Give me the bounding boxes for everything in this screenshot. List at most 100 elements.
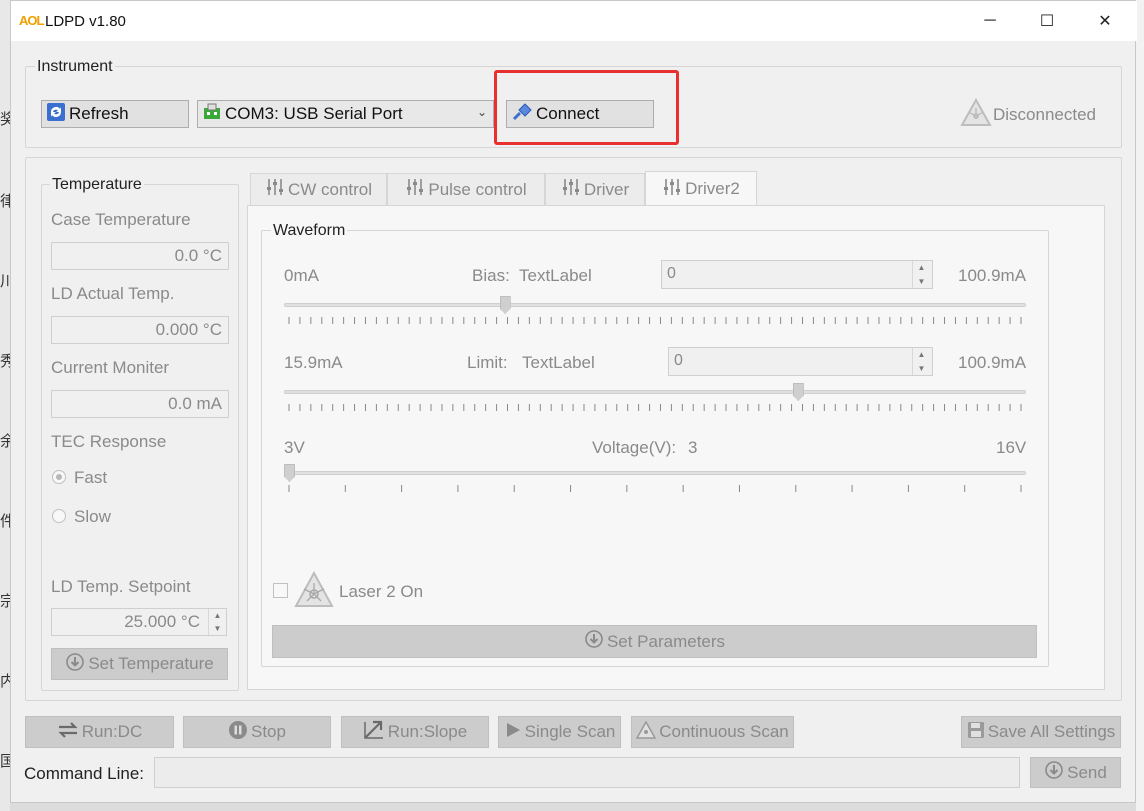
send-label: Send (1067, 762, 1107, 782)
bias-input[interactable]: 0 (661, 260, 933, 289)
continuous-scan-button[interactable]: Continuous Scan (631, 716, 794, 748)
bias-spin-buttons[interactable]: ▲ ▼ (912, 261, 930, 288)
tec-slow-radio[interactable] (52, 509, 66, 523)
tab-pulse-control[interactable]: Pulse control (387, 173, 545, 205)
tec-response-label: TEC Response (51, 432, 167, 451)
limit-slider-groove[interactable] (284, 390, 1026, 394)
temperature-group-title: Temperature (50, 176, 144, 194)
voltage-slider-groove[interactable] (284, 471, 1026, 475)
background-window-strip-right (1136, 0, 1144, 811)
pause-icon (228, 720, 248, 745)
tec-fast-radio[interactable] (52, 470, 66, 484)
tab-driver[interactable]: Driver (545, 173, 645, 205)
refresh-button[interactable]: Refresh (41, 100, 189, 128)
close-button[interactable]: ✕ (1082, 5, 1128, 37)
current-monitor-label: Current Moniter (51, 358, 170, 377)
single-scan-button[interactable]: Single Scan (498, 716, 621, 748)
background-text: 内 (0, 672, 10, 690)
laser-2-on-checkbox[interactable] (273, 583, 288, 598)
tab-cw-control[interactable]: CW control (250, 173, 387, 205)
tab-label: CW control (287, 179, 373, 199)
background-text: 余 (0, 432, 10, 450)
stop-button[interactable]: Stop (183, 716, 331, 748)
main-window: AOL LDPD v1.80 ─ ☐ ✕ Instrument Refresh … (10, 0, 1137, 803)
sliders-icon (662, 178, 682, 201)
download-circle-icon (1044, 760, 1064, 785)
limit-input[interactable]: 0 (668, 347, 933, 376)
bias-text-label: TextLabel (519, 266, 592, 285)
limit-spin-buttons[interactable]: ▲ ▼ (912, 348, 930, 375)
voltage-slider-ticks (288, 485, 1022, 492)
download-circle-icon (65, 652, 85, 677)
background-text: 川 (0, 272, 10, 290)
laser-warning-icon (635, 719, 657, 744)
send-button[interactable]: Send (1030, 757, 1121, 788)
setpoint-spin-buttons[interactable]: ▲ ▼ (208, 609, 226, 635)
set-parameters-label: Set Parameters (606, 631, 726, 651)
tab-label: Pulse control (428, 179, 527, 199)
refresh-button-label: Refresh (69, 104, 129, 123)
current-monitor-field: 0.0 mA (51, 390, 229, 418)
serial-port-icon (202, 102, 222, 127)
limit-slider-ticks (288, 404, 1022, 411)
single-scan-label: Single Scan (524, 722, 616, 741)
ld-temp-setpoint-label: LD Temp. Setpoint (51, 577, 191, 596)
arrows-icon (57, 721, 79, 744)
set-temperature-button[interactable]: Set Temperature (51, 648, 228, 680)
waveform-group-title: Waveform (271, 222, 348, 240)
refresh-icon (46, 102, 66, 127)
run-slope-button[interactable]: Run:Slope (341, 716, 489, 748)
maximize-button[interactable]: ☐ (1024, 5, 1070, 37)
spin-up-icon[interactable]: ▲ (918, 263, 926, 272)
spin-up-icon[interactable]: ▲ (918, 350, 926, 359)
ld-actual-temp-field: 0.000 °C (51, 316, 229, 344)
tec-fast-label: Fast (74, 468, 108, 487)
ld-actual-temp-label: LD Actual Temp. (51, 284, 175, 303)
limit-label: Limit: (467, 353, 508, 372)
ld-temp-setpoint-input[interactable]: 25.000 °C (51, 608, 227, 636)
background-text: 宗 (0, 592, 10, 610)
spin-up-icon[interactable]: ▲ (214, 611, 222, 620)
run-dc-label: Run:DC (81, 722, 143, 741)
spin-down-icon[interactable]: ▼ (214, 624, 222, 633)
voltage-min-label: 3V (284, 438, 305, 457)
laser-warning-icon (294, 570, 334, 609)
minimize-button[interactable]: ─ (967, 5, 1013, 37)
background-text: 律 (0, 192, 10, 210)
limit-min-label: 15.9mA (284, 353, 343, 372)
save-all-settings-label: Save All Settings (987, 722, 1116, 741)
sliders-icon (561, 178, 581, 201)
connection-status: Disconnected (993, 105, 1097, 124)
spin-down-icon[interactable]: ▼ (918, 277, 926, 286)
set-parameters-button[interactable]: Set Parameters (272, 625, 1037, 658)
title-bar[interactable]: AOL LDPD v1.80 ─ ☐ ✕ (11, 1, 1137, 41)
background-text: 国 (0, 752, 10, 770)
case-temperature-field: 0.0 °C (51, 242, 229, 270)
spin-down-icon[interactable]: ▼ (918, 364, 926, 373)
tab-label: Driver2 (685, 179, 740, 198)
bias-min-label: 0mA (284, 266, 319, 285)
highlight-box (494, 70, 679, 145)
voltage-label: Voltage(V): (592, 438, 677, 457)
bias-slider-ticks (288, 317, 1022, 324)
sliders-icon (265, 178, 285, 201)
tab-driver2[interactable]: Driver2 (645, 171, 757, 206)
command-line-label: Command Line: (24, 764, 145, 783)
port-select-value: COM3: USB Serial Port (225, 104, 403, 123)
save-all-settings-button[interactable]: Save All Settings (961, 716, 1121, 748)
stop-label: Stop (251, 722, 286, 741)
bias-slider-groove[interactable] (284, 303, 1026, 307)
sliders-icon (405, 178, 425, 201)
continuous-scan-label: Continuous Scan (659, 722, 789, 741)
background-text: 件 (0, 512, 10, 530)
case-temperature-label: Case Temperature (51, 210, 191, 229)
port-select[interactable]: COM3: USB Serial Port ⌄ (197, 100, 494, 128)
run-dc-button[interactable]: Run:DC (25, 716, 174, 748)
bias-label: Bias: (472, 266, 510, 285)
run-slope-label: Run:Slope (387, 722, 468, 741)
tab-label: Driver (583, 179, 630, 199)
laser-warning-icon (960, 97, 992, 128)
limit-text-label: TextLabel (522, 353, 595, 372)
command-line-input[interactable] (154, 757, 1020, 788)
save-icon (967, 721, 985, 744)
